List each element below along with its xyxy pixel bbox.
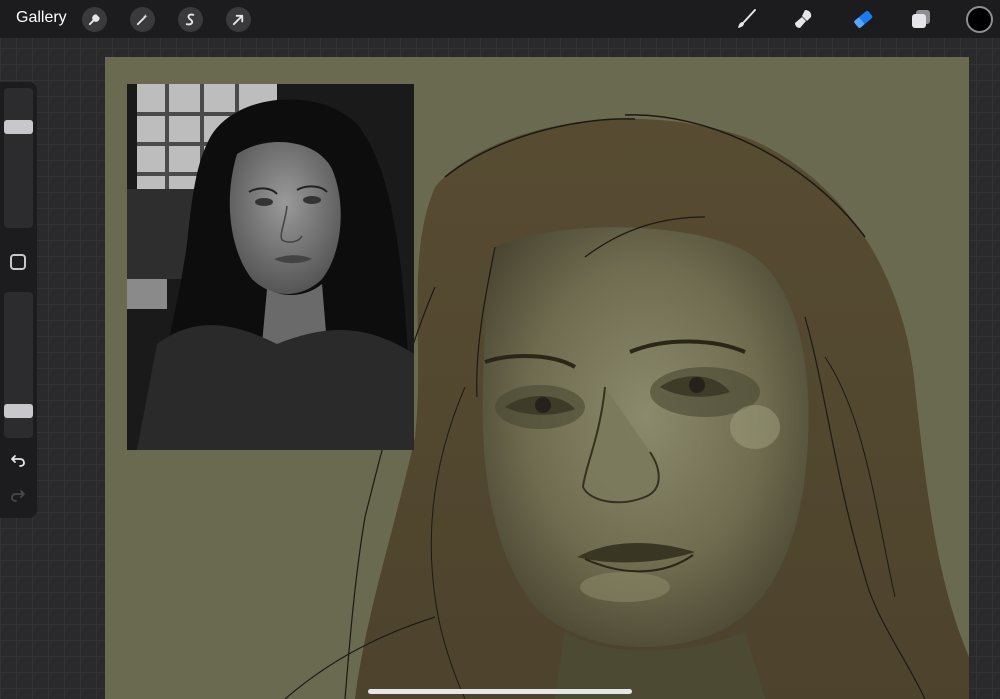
home-indicator[interactable] <box>368 689 632 694</box>
brush-size-slider[interactable] <box>4 88 33 228</box>
gallery-button[interactable]: Gallery <box>16 9 67 27</box>
opacity-thumb[interactable] <box>4 404 33 419</box>
color-picker-swatch[interactable] <box>966 6 993 33</box>
top-toolbar: Gallery <box>0 0 1000 38</box>
reference-photo[interactable] <box>127 84 414 450</box>
eraser-icon[interactable] <box>850 6 876 32</box>
reference-photo-image <box>127 84 414 450</box>
left-sidebar <box>0 82 37 518</box>
selection-icon[interactable] <box>178 7 203 32</box>
magic-wand-icon[interactable] <box>130 7 155 32</box>
smudge-icon[interactable] <box>791 6 817 32</box>
modify-square-icon[interactable] <box>10 254 26 270</box>
layers-icon[interactable] <box>908 6 934 32</box>
transform-arrow-icon[interactable] <box>226 7 251 32</box>
wrench-icon[interactable] <box>82 7 107 32</box>
brush-size-thumb[interactable] <box>4 119 33 134</box>
undo-icon[interactable] <box>8 450 28 470</box>
brush-icon[interactable] <box>733 6 759 32</box>
redo-icon[interactable] <box>8 485 28 505</box>
